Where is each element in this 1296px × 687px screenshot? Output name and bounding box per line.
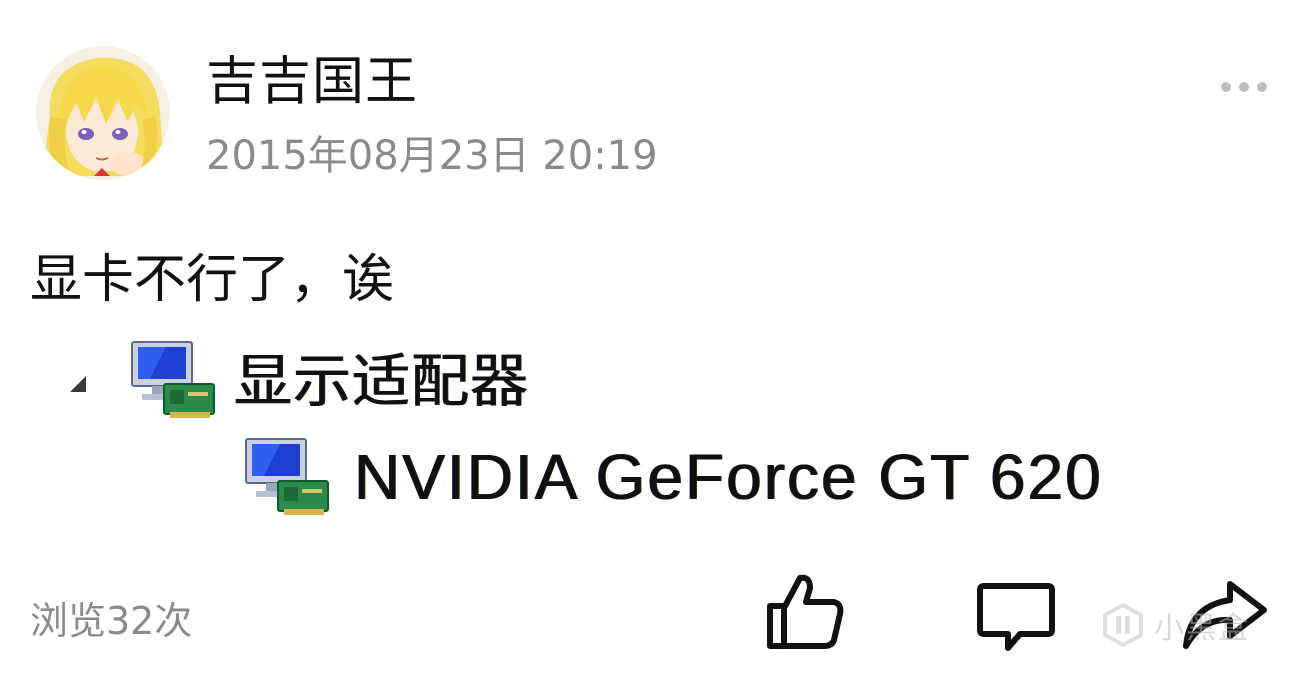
like-button[interactable] xyxy=(764,570,848,654)
device-label: NVIDIA GeForce GT 620 xyxy=(354,441,1103,513)
comment-button[interactable] xyxy=(974,580,1058,654)
expand-arrow-icon xyxy=(56,350,100,410)
more-dots-icon xyxy=(1221,82,1267,92)
anime-girl-avatar-icon xyxy=(36,46,170,180)
tree-category-row: 显示适配器 xyxy=(56,340,529,420)
post-attached-image[interactable]: 显示适配器 NVIDIA GeForce GT 620 xyxy=(56,340,1166,540)
share-button[interactable] xyxy=(1180,576,1270,656)
xiaoheihe-logo-icon xyxy=(1103,602,1143,648)
comment-icon xyxy=(977,583,1055,651)
more-options-button[interactable] xyxy=(1212,70,1276,104)
display-adapter-icon xyxy=(244,435,334,519)
tree-device-row: NVIDIA GeForce GT 620 xyxy=(244,432,1103,522)
view-count: 浏览32次 xyxy=(30,599,193,643)
author-name[interactable]: 吉吉国王 xyxy=(206,52,418,112)
post-timestamp: 2015年08月23日 20:19 xyxy=(206,133,658,179)
category-label: 显示适配器 xyxy=(234,349,530,414)
share-icon xyxy=(1183,581,1267,649)
post-card: 吉吉国王 2015年08月23日 20:19 显卡不行了，诶 显示适配器 NVI… xyxy=(0,0,1296,687)
post-body-text: 显卡不行了，诶 xyxy=(30,250,395,310)
display-adapter-icon xyxy=(130,340,220,422)
thumbs-up-icon xyxy=(767,574,844,649)
author-avatar[interactable] xyxy=(36,46,170,180)
